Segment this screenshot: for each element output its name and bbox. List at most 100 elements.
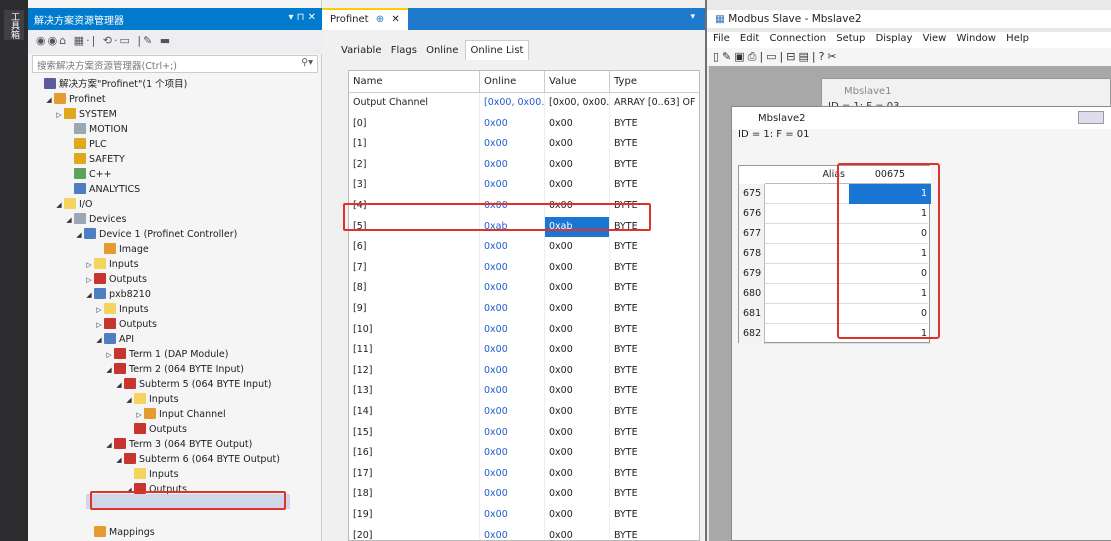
table-row[interactable]: [10] 0x00 0x00 BYTE xyxy=(349,319,699,341)
cell-value[interactable]: 0x00 xyxy=(545,278,610,299)
menu-display[interactable]: Display xyxy=(876,33,913,44)
solution-explorer-toolbar[interactable]: ◉◉⌂ ▦·| ⟲·▭ |✎ ▬ xyxy=(28,30,322,54)
table-row[interactable]: [12] 0x00 0x00 BYTE xyxy=(349,360,699,382)
expand-arrow-icon[interactable]: ▷ xyxy=(94,318,104,333)
close-icon[interactable]: ✕ xyxy=(391,14,399,25)
cell-value[interactable]: 0x00 xyxy=(545,175,610,196)
tree-item[interactable]: ▷ Outputs xyxy=(94,317,157,332)
cell-value[interactable]: 0x00 xyxy=(545,402,610,423)
cell-value[interactable]: 0x00 xyxy=(545,319,610,341)
expand-arrow-icon[interactable]: ◢ xyxy=(94,333,104,348)
expand-arrow-icon[interactable]: ◢ xyxy=(104,438,114,453)
table-row[interactable]: Output Channel [0x00, 0x00... [0x00, 0x00.… xyxy=(349,93,699,114)
pin-icon[interactable]: ⊕ xyxy=(376,14,384,25)
expand-arrow-icon[interactable]: ◢ xyxy=(74,228,84,243)
table-row[interactable]: [19] 0x00 0x00 BYTE xyxy=(349,505,699,526)
table-row[interactable]: [20] 0x00 0x00 BYTE xyxy=(349,525,699,540)
cell-value[interactable]: 0x00 xyxy=(545,484,610,505)
expand-arrow-icon[interactable]: ▷ xyxy=(84,273,94,288)
tree-item[interactable]: ▷ Input Channel xyxy=(134,407,226,422)
expand-arrow-icon[interactable]: ◢ xyxy=(104,363,114,378)
table-row[interactable]: [14] 0x00 0x00 BYTE xyxy=(349,402,699,423)
tree-item[interactable]: ◢ Inputs xyxy=(124,392,179,407)
tree-item[interactable]: PLC xyxy=(64,137,107,152)
tree-item[interactable]: ◢ Device 1 (Profinet Controller) xyxy=(74,227,237,242)
cell-value[interactable]: 0x00 xyxy=(545,340,610,361)
cell-value[interactable]: [0x00, 0x00... xyxy=(545,93,610,114)
tree-item[interactable]: ◢ pxb8210 xyxy=(84,287,151,302)
cell-value[interactable]: 0x00 xyxy=(545,154,610,176)
tree-item[interactable]: Mappings xyxy=(84,525,155,540)
cell-value[interactable]: 0x00 xyxy=(545,299,610,320)
modbus-toolbar[interactable]: ▯✎▣⎙|▭|⊟▤|?✂ xyxy=(707,48,1111,66)
tree-item[interactable]: ◢ Devices xyxy=(64,212,126,227)
table-row[interactable]: [1] 0x00 0x00 BYTE xyxy=(349,134,699,155)
tree-item[interactable]: ANALYTICS xyxy=(64,182,140,197)
tree-item[interactable]: ▷ Inputs xyxy=(94,302,149,317)
column-header-value[interactable]: Value xyxy=(545,71,610,93)
expand-arrow-icon[interactable]: ▷ xyxy=(134,408,144,423)
table-row[interactable]: [0] 0x00 0x00 BYTE xyxy=(349,113,699,135)
cell-value[interactable]: 0x00 xyxy=(545,525,610,540)
tab-flags[interactable]: Flags xyxy=(388,40,420,61)
solution-search-input[interactable]: 搜索解决方案资源管理器(Ctrl+;) ⚲▾ xyxy=(32,55,318,73)
column-header-name[interactable]: Name xyxy=(349,71,480,93)
table-row[interactable]: [13] 0x00 0x00 BYTE xyxy=(349,381,699,402)
table-row[interactable]: [18] 0x00 0x00 BYTE xyxy=(349,484,699,505)
menu-file[interactable]: File xyxy=(713,33,730,44)
column-header-online[interactable]: Online xyxy=(480,71,545,93)
toolbox-tab[interactable]: 工具箱 xyxy=(4,10,24,40)
expand-arrow-icon[interactable]: ◢ xyxy=(114,378,124,393)
expand-arrow-icon[interactable]: ◢ xyxy=(124,393,134,408)
table-row[interactable]: [17] 0x00 0x00 BYTE xyxy=(349,463,699,485)
tree-item[interactable]: ◢ API xyxy=(94,332,134,347)
tree-item[interactable]: ◢ Term 3 (064 BYTE Output) xyxy=(104,437,252,452)
tab-online-list[interactable]: Online List xyxy=(464,40,530,60)
menu-edit[interactable]: Edit xyxy=(740,33,759,44)
menu-help[interactable]: Help xyxy=(1006,33,1029,44)
tree-item[interactable]: ▷ Term 1 (DAP Module) xyxy=(104,347,228,362)
tree-item[interactable]: ◢ Term 2 (064 BYTE Input) xyxy=(104,362,244,377)
expand-arrow-icon[interactable]: ▷ xyxy=(104,348,114,363)
expand-arrow-icon[interactable]: ▷ xyxy=(84,258,94,273)
tree-item[interactable]: ▷ Outputs xyxy=(84,272,147,287)
cell-value[interactable]: 0x00 xyxy=(545,505,610,526)
tree-item[interactable]: Image xyxy=(94,242,149,257)
minimize-button[interactable] xyxy=(1078,111,1104,124)
cell-value[interactable]: 0x00 xyxy=(545,237,610,258)
chevron-down-icon[interactable]: ▾ xyxy=(690,12,695,22)
tab-profinet[interactable]: Profinet ⊕ ✕ xyxy=(322,8,408,30)
table-row[interactable]: [16] 0x00 0x00 BYTE xyxy=(349,443,699,464)
tree-item[interactable]: Inputs xyxy=(124,467,179,482)
table-row[interactable]: [9] 0x00 0x00 BYTE xyxy=(349,299,699,320)
tree-item[interactable]: ◢ Profinet xyxy=(44,92,106,107)
expand-arrow-icon[interactable]: ▷ xyxy=(54,108,64,123)
menu-setup[interactable]: Setup xyxy=(836,33,865,44)
cell-value[interactable]: 0x00 xyxy=(545,134,610,155)
table-row[interactable]: [8] 0x00 0x00 BYTE xyxy=(349,278,699,299)
cell-value[interactable]: 0x00 xyxy=(545,381,610,402)
table-row[interactable]: [15] 0x00 0x00 BYTE xyxy=(349,422,699,444)
cell-value[interactable]: 0x00 xyxy=(545,443,610,464)
table-row[interactable]: [7] 0x00 0x00 BYTE xyxy=(349,257,699,279)
panel-controls[interactable]: ▾ ⊓ ✕ xyxy=(288,12,316,23)
tree-item[interactable]: ▷ SYSTEM xyxy=(54,107,117,122)
tab-variable[interactable]: Variable xyxy=(338,40,385,61)
expand-arrow-icon[interactable]: ◢ xyxy=(114,453,124,468)
cell-value[interactable]: 0x00 xyxy=(545,113,610,135)
table-row[interactable]: [6] 0x00 0x00 BYTE xyxy=(349,237,699,258)
cell-value[interactable]: 0x00 xyxy=(545,422,610,444)
search-icon[interactable]: ⚲▾ xyxy=(301,57,313,68)
table-row[interactable]: [2] 0x00 0x00 BYTE xyxy=(349,154,699,176)
expand-arrow-icon[interactable]: ▷ xyxy=(94,303,104,318)
cell-value[interactable]: 0x00 xyxy=(545,463,610,485)
menu-connection[interactable]: Connection xyxy=(769,33,826,44)
tree-item[interactable]: Outputs xyxy=(124,422,187,437)
tree-item[interactable]: 解决方案"Profinet"(1 个项目) xyxy=(34,77,187,92)
column-header-type[interactable]: Type xyxy=(610,71,699,93)
tree-item[interactable]: ◢ Subterm 5 (064 BYTE Input) xyxy=(114,377,272,392)
expand-arrow-icon[interactable]: ◢ xyxy=(44,93,54,108)
table-row[interactable]: [11] 0x00 0x00 BYTE xyxy=(349,340,699,361)
expand-arrow-icon[interactable]: ◢ xyxy=(84,288,94,303)
tab-online[interactable]: Online xyxy=(423,40,461,61)
